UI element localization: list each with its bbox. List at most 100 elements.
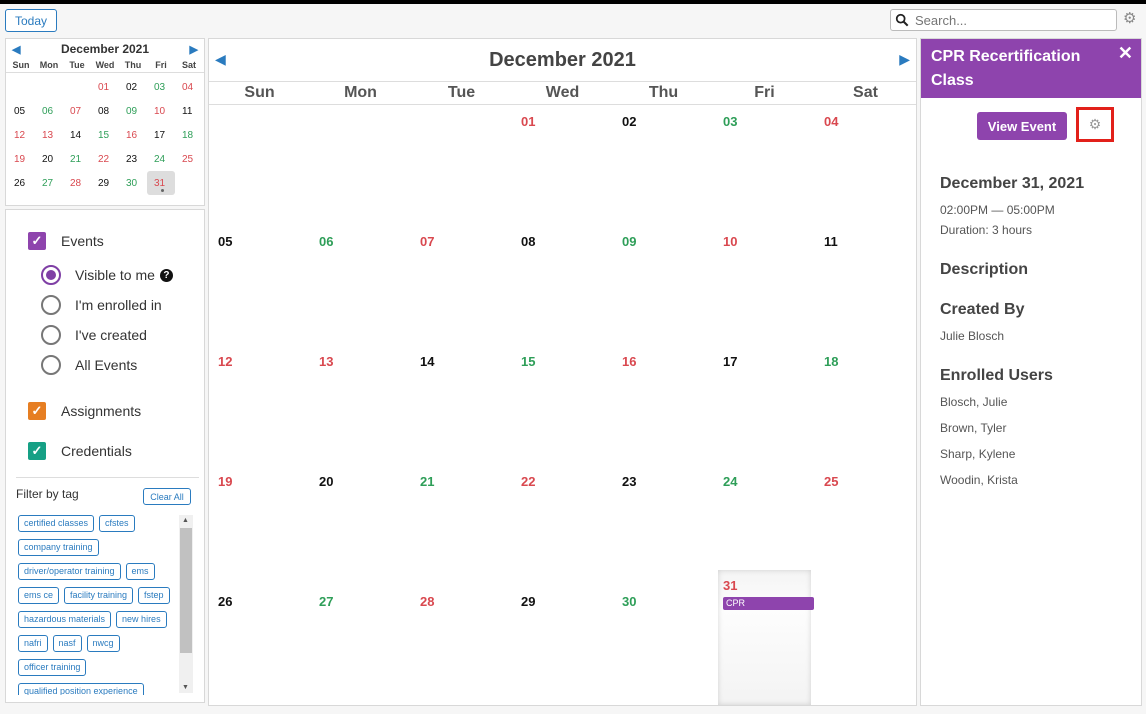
day-cell-20[interactable]: 20 <box>310 465 411 585</box>
tag-chip[interactable]: officer training <box>18 659 87 676</box>
radio-button[interactable] <box>41 265 61 285</box>
mini-day-24[interactable]: 24 <box>147 147 175 171</box>
tag-chip[interactable]: nasf <box>52 635 82 652</box>
mini-day-04[interactable]: 04 <box>175 75 203 99</box>
radio-ive-created[interactable]: I've created <box>41 325 147 345</box>
mini-day-30[interactable]: 30 <box>119 171 147 195</box>
mini-day-18[interactable]: 18 <box>175 123 203 147</box>
mini-day-02[interactable]: 02 <box>119 75 147 99</box>
mini-day-06[interactable]: 06 <box>35 99 63 123</box>
day-cell-07[interactable]: 07 <box>411 225 512 345</box>
mini-day-23[interactable]: 23 <box>119 147 147 171</box>
day-cell-23[interactable]: 23 <box>613 465 714 585</box>
mini-day-28[interactable]: 28 <box>63 171 91 195</box>
day-cell-13[interactable]: 13 <box>310 345 411 465</box>
mini-day-21[interactable]: 21 <box>63 147 91 171</box>
mini-day-25[interactable]: 25 <box>175 147 203 171</box>
day-cell-14[interactable]: 14 <box>411 345 512 465</box>
day-cell-05[interactable]: 05 <box>209 225 310 345</box>
day-cell-21[interactable]: 21 <box>411 465 512 585</box>
tag-chip[interactable]: certified classes <box>18 515 95 532</box>
mini-day-12[interactable]: 12 <box>7 123 35 147</box>
day-cell-11[interactable]: 11 <box>815 225 916 345</box>
mini-day-19[interactable]: 19 <box>7 147 35 171</box>
radio-enrolled-in[interactable]: I'm enrolled in <box>41 295 162 315</box>
mini-day-17[interactable]: 17 <box>147 123 175 147</box>
help-icon[interactable]: ? <box>159 268 173 282</box>
tag-chip[interactable]: qualified position experience <box>18 683 144 695</box>
assignments-checkbox[interactable]: ✓ <box>28 402 46 420</box>
next-month-icon[interactable]: ▶ <box>899 51 910 68</box>
day-cell-04[interactable]: 04 <box>815 105 916 225</box>
tag-chip[interactable]: new hires <box>116 611 167 628</box>
day-cell-08[interactable]: 08 <box>512 225 613 345</box>
events-checkbox-row[interactable]: ✓ Events <box>28 232 104 250</box>
tag-chip[interactable]: fstep <box>138 587 170 604</box>
mini-day-05[interactable]: 05 <box>7 99 35 123</box>
day-cell-29[interactable]: 29 <box>512 585 613 705</box>
day-cell-16[interactable]: 16 <box>613 345 714 465</box>
mini-next-month-icon[interactable]: ▶ <box>190 43 198 56</box>
day-cell-10[interactable]: 10 <box>714 225 815 345</box>
view-event-button[interactable]: View Event <box>977 112 1067 140</box>
day-cell-18[interactable]: 18 <box>815 345 916 465</box>
credentials-checkbox[interactable]: ✓ <box>28 442 46 460</box>
today-button[interactable]: Today <box>5 9 57 32</box>
day-cell-30[interactable]: 30 <box>613 585 714 705</box>
day-cell-09[interactable]: 09 <box>613 225 714 345</box>
tag-chip[interactable]: facility training <box>64 587 134 604</box>
search-input[interactable] <box>915 12 1105 28</box>
day-cell-19[interactable]: 19 <box>209 465 310 585</box>
search-box[interactable] <box>890 9 1117 31</box>
mini-day-09[interactable]: 09 <box>119 99 147 123</box>
mini-day-27[interactable]: 27 <box>35 171 63 195</box>
day-cell-28[interactable]: 28 <box>411 585 512 705</box>
radio-all-events[interactable]: All Events <box>41 355 137 375</box>
mini-day-15[interactable]: 15 <box>91 123 119 147</box>
mini-day-11[interactable]: 11 <box>175 99 203 123</box>
mini-day-10[interactable]: 10 <box>147 99 175 123</box>
settings-gear-icon[interactable]: ⚙ <box>1123 11 1139 27</box>
day-cell-24[interactable]: 24 <box>714 465 815 585</box>
radio-visible-to-me[interactable]: Visible to me ? <box>41 265 173 285</box>
tag-scrollbar[interactable]: ▲ ▼ <box>179 515 193 693</box>
mini-day-08[interactable]: 08 <box>91 99 119 123</box>
radio-button[interactable] <box>41 295 61 315</box>
day-cell-22[interactable]: 22 <box>512 465 613 585</box>
radio-button[interactable] <box>41 355 61 375</box>
close-icon[interactable]: ✕ <box>1118 43 1133 64</box>
day-cell-02[interactable]: 02 <box>613 105 714 225</box>
tag-chip[interactable]: cfstes <box>99 515 135 532</box>
scroll-down-icon[interactable]: ▼ <box>182 684 189 691</box>
tag-chip[interactable]: hazardous materials <box>18 611 112 628</box>
mini-day-31[interactable]: 31 <box>147 171 175 195</box>
mini-day-14[interactable]: 14 <box>63 123 91 147</box>
mini-day-07[interactable]: 07 <box>63 99 91 123</box>
day-cell-01[interactable]: 01 <box>512 105 613 225</box>
assignments-checkbox-row[interactable]: ✓ Assignments <box>28 402 141 420</box>
events-checkbox[interactable]: ✓ <box>28 232 46 250</box>
event-chip[interactable]: CPR <box>723 597 814 610</box>
day-cell-27[interactable]: 27 <box>310 585 411 705</box>
day-cell-25[interactable]: 25 <box>815 465 916 585</box>
tag-chip[interactable]: ems <box>125 563 155 580</box>
day-cell-06[interactable]: 06 <box>310 225 411 345</box>
tag-chip[interactable]: driver/operator training <box>18 563 121 580</box>
mini-day-22[interactable]: 22 <box>91 147 119 171</box>
clear-all-button[interactable]: Clear All <box>143 488 191 505</box>
mini-day-13[interactable]: 13 <box>35 123 63 147</box>
tag-chip[interactable]: company training <box>18 539 99 556</box>
mini-day-26[interactable]: 26 <box>7 171 35 195</box>
day-cell-17[interactable]: 17 <box>714 345 815 465</box>
day-cell-15[interactable]: 15 <box>512 345 613 465</box>
mini-day-01[interactable]: 01 <box>91 75 119 99</box>
radio-button[interactable] <box>41 325 61 345</box>
mini-day-29[interactable]: 29 <box>91 171 119 195</box>
day-cell-03[interactable]: 03 <box>714 105 815 225</box>
scroll-up-icon[interactable]: ▲ <box>182 517 189 524</box>
tag-chip[interactable]: ems ce <box>18 587 60 604</box>
credentials-checkbox-row[interactable]: ✓ Credentials <box>28 442 132 460</box>
day-cell-31[interactable]: 31 CPR <box>718 570 814 705</box>
event-settings-gear-icon[interactable]: ⚙ <box>1076 107 1114 142</box>
day-cell-26[interactable]: 26 <box>209 585 310 705</box>
